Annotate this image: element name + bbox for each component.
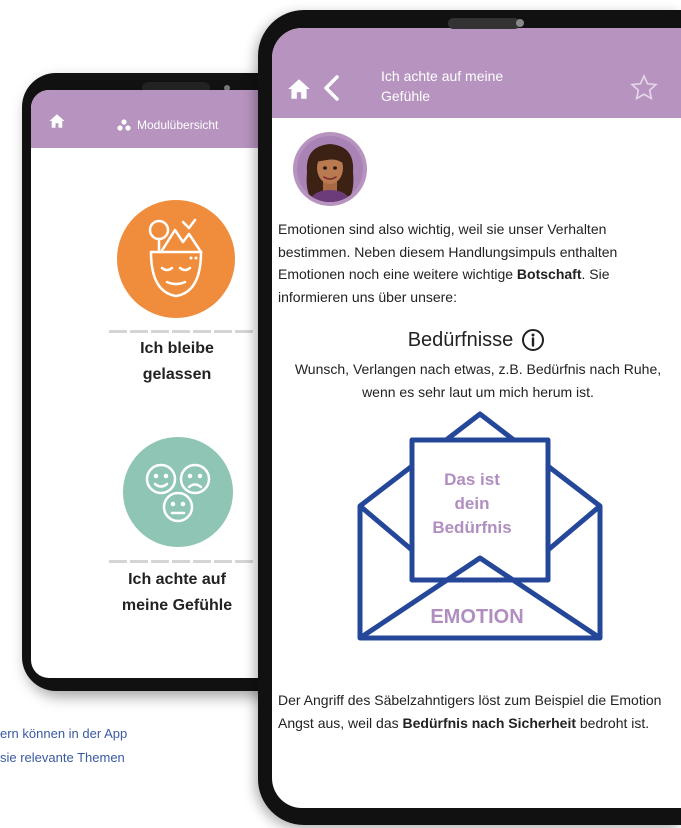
caption-line-1: ern können in der App — [0, 726, 128, 741]
front-phone-camera — [516, 19, 524, 27]
example-paragraph: Der Angriff des Säbelzahntigers löst zum… — [278, 692, 662, 731]
module-overview-title[interactable]: Modulübersicht — [117, 117, 218, 133]
calm-head-icon[interactable] — [117, 200, 235, 318]
home-icon[interactable] — [286, 76, 312, 102]
back-header: Modulübersicht — [31, 90, 293, 148]
envelope-letter-text: Das ist dein Bedürfnis — [432, 470, 512, 537]
front-phone: Ich achte auf meine Gefühle Emotionen si… — [258, 10, 681, 825]
front-header: Ich achte auf meine Gefühle — [272, 28, 681, 118]
header-title: Modulübersicht — [137, 118, 219, 132]
info-icon[interactable] — [521, 328, 545, 352]
star-icon[interactable] — [629, 73, 659, 103]
page-title: Ich achte auf meine Gefühle — [381, 68, 504, 104]
home-icon[interactable] — [48, 112, 66, 130]
progress-dashes-2 — [109, 560, 253, 564]
module-label-feelings[interactable]: Ich achte auf meine Gefühle — [77, 567, 277, 619]
avatar — [293, 132, 367, 206]
progress-dashes-1 — [109, 330, 253, 334]
module-label-calm[interactable]: Ich bleibe gelassen — [77, 336, 277, 388]
front-phone-screen: Ich achte auf meine Gefühle Emotionen si… — [272, 28, 681, 808]
front-phone-speaker — [448, 18, 520, 29]
back-phone-screen: Modulübersicht Ich bleibe gelassen Ich a… — [31, 90, 293, 678]
intro-paragraph: Emotionen sind also wichtig, weil sie un… — [278, 221, 618, 305]
needs-description: Wunsch, Verlangen nach etwas, z.B. Bedür… — [294, 361, 662, 400]
module-overview-icon — [117, 119, 131, 131]
faces-icon[interactable] — [123, 437, 233, 547]
back-arrow-icon[interactable] — [322, 74, 340, 102]
bold-botschaft: Botschaft — [516, 266, 582, 282]
bold-need-security: Bedürfnis nach Sicherheit — [402, 714, 576, 731]
needs-heading: Bedürfnisse — [272, 328, 681, 352]
envelope-emotion-label: EMOTION — [430, 606, 524, 628]
background-caption: ern können in der App sie relevante Them… — [0, 722, 270, 770]
caption-line-2: sie relevante Themen — [0, 750, 125, 765]
